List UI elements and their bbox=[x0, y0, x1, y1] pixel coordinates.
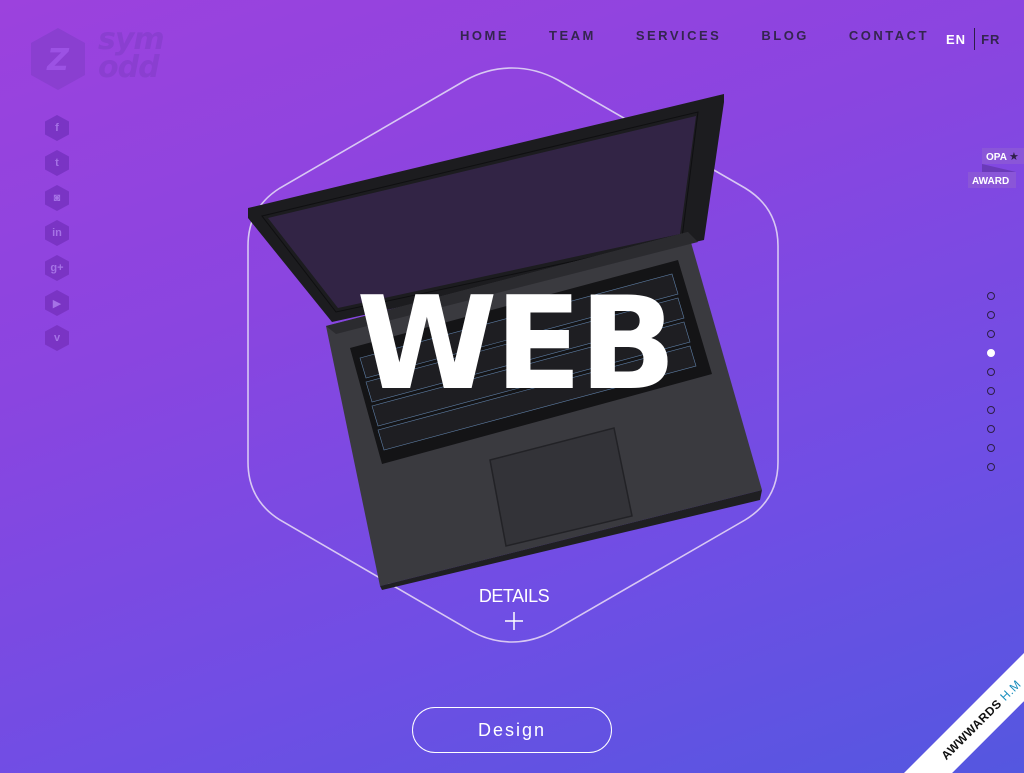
twitter-icon[interactable]: t bbox=[44, 149, 70, 177]
nav-services[interactable]: SERVICES bbox=[636, 28, 722, 43]
youtube-glyph: ▶ bbox=[52, 297, 62, 310]
pager-dot[interactable] bbox=[987, 292, 995, 300]
nav-blog[interactable]: BLOG bbox=[761, 28, 809, 43]
details-link[interactable]: DETAILS bbox=[454, 586, 574, 607]
vimeo-icon[interactable]: v bbox=[44, 324, 70, 352]
awwwards-band: AWWWARDS H.M bbox=[902, 643, 1024, 773]
pager-dot[interactable] bbox=[987, 330, 995, 338]
language-switcher: EN FR bbox=[946, 28, 1000, 50]
linkedin-glyph: in bbox=[52, 227, 62, 239]
facebook-glyph: f bbox=[55, 122, 59, 134]
pager-dot-active[interactable] bbox=[987, 349, 995, 357]
googleplus-glyph: g+ bbox=[50, 262, 64, 274]
facebook-icon[interactable]: f bbox=[44, 114, 70, 142]
awwwards-ribbon[interactable]: AWWWARDS H.M bbox=[894, 643, 1024, 773]
lang-en[interactable]: EN bbox=[946, 32, 966, 47]
opa-award-badge[interactable]: OPA ★ AWARD bbox=[968, 148, 1024, 192]
pager-dot[interactable] bbox=[987, 368, 995, 376]
nav-home[interactable]: HOME bbox=[460, 28, 509, 43]
googleplus-icon[interactable]: g+ bbox=[44, 254, 70, 282]
design-button[interactable]: Design bbox=[412, 707, 612, 753]
pager-dot[interactable] bbox=[987, 387, 995, 395]
pager-dot[interactable] bbox=[987, 425, 995, 433]
vimeo-glyph: v bbox=[53, 332, 61, 344]
svg-text:Z: Z bbox=[46, 43, 70, 78]
main-nav: HOME TEAM SERVICES BLOG CONTACT bbox=[460, 28, 969, 43]
logo-text: sym odd bbox=[98, 22, 165, 85]
nav-team[interactable]: TEAM bbox=[549, 28, 596, 43]
lang-fr[interactable]: FR bbox=[981, 32, 1000, 47]
awwwards-suffix: H.M bbox=[997, 677, 1024, 704]
opa-label: OPA bbox=[986, 152, 1007, 163]
linkedin-icon[interactable]: in bbox=[44, 219, 70, 247]
pager-dot[interactable] bbox=[987, 406, 995, 414]
slide-pager bbox=[987, 292, 995, 482]
lang-divider bbox=[974, 28, 976, 50]
pager-dot[interactable] bbox=[987, 444, 995, 452]
pager-dot[interactable] bbox=[987, 463, 995, 471]
awwwards-label: AWWWARDS bbox=[938, 696, 1005, 763]
logo-hex-icon: Z bbox=[31, 28, 85, 90]
instagram-icon[interactable]: ◙ bbox=[44, 184, 70, 212]
twitter-glyph: t bbox=[55, 157, 59, 169]
pager-dot[interactable] bbox=[987, 311, 995, 319]
award-label: AWARD bbox=[972, 176, 1010, 187]
instagram-glyph: ◙ bbox=[53, 192, 61, 204]
plus-icon[interactable] bbox=[503, 610, 525, 632]
social-links: f t ◙ in g+ ▶ v bbox=[44, 114, 70, 359]
hero-title: WEB bbox=[356, 270, 676, 419]
star-icon: ★ bbox=[1009, 151, 1019, 163]
nav-contact[interactable]: CONTACT bbox=[849, 28, 929, 43]
youtube-icon[interactable]: ▶ bbox=[44, 289, 70, 317]
